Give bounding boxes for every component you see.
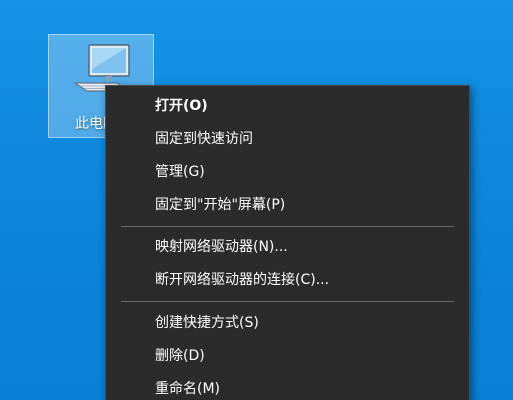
menu-item-map-network-drive[interactable]: 映射网络驱动器(N)... (107, 232, 468, 263)
desktop: 此电脑 打开(O) 固定到快速访问 管理(G) 固定到"开始"屏幕(P) 映射网… (0, 0, 513, 400)
menu-item-rename[interactable]: 重命名(M) (107, 374, 468, 400)
context-menu: 打开(O) 固定到快速访问 管理(G) 固定到"开始"屏幕(P) 映射网络驱动器… (105, 85, 470, 400)
menu-separator (121, 301, 454, 302)
menu-item-delete[interactable]: 删除(D) (107, 341, 468, 372)
menu-item-pin-start[interactable]: 固定到"开始"屏幕(P) (107, 190, 468, 221)
menu-item-disconnect-network-drive[interactable]: 断开网络驱动器的连接(C)... (107, 265, 468, 296)
menu-separator (121, 226, 454, 227)
menu-item-open[interactable]: 打开(O) (107, 91, 468, 122)
menu-item-create-shortcut[interactable]: 创建快捷方式(S) (107, 308, 468, 339)
menu-item-pin-quick-access[interactable]: 固定到快速访问 (107, 124, 468, 155)
menu-item-manage[interactable]: 管理(G) (107, 157, 468, 188)
